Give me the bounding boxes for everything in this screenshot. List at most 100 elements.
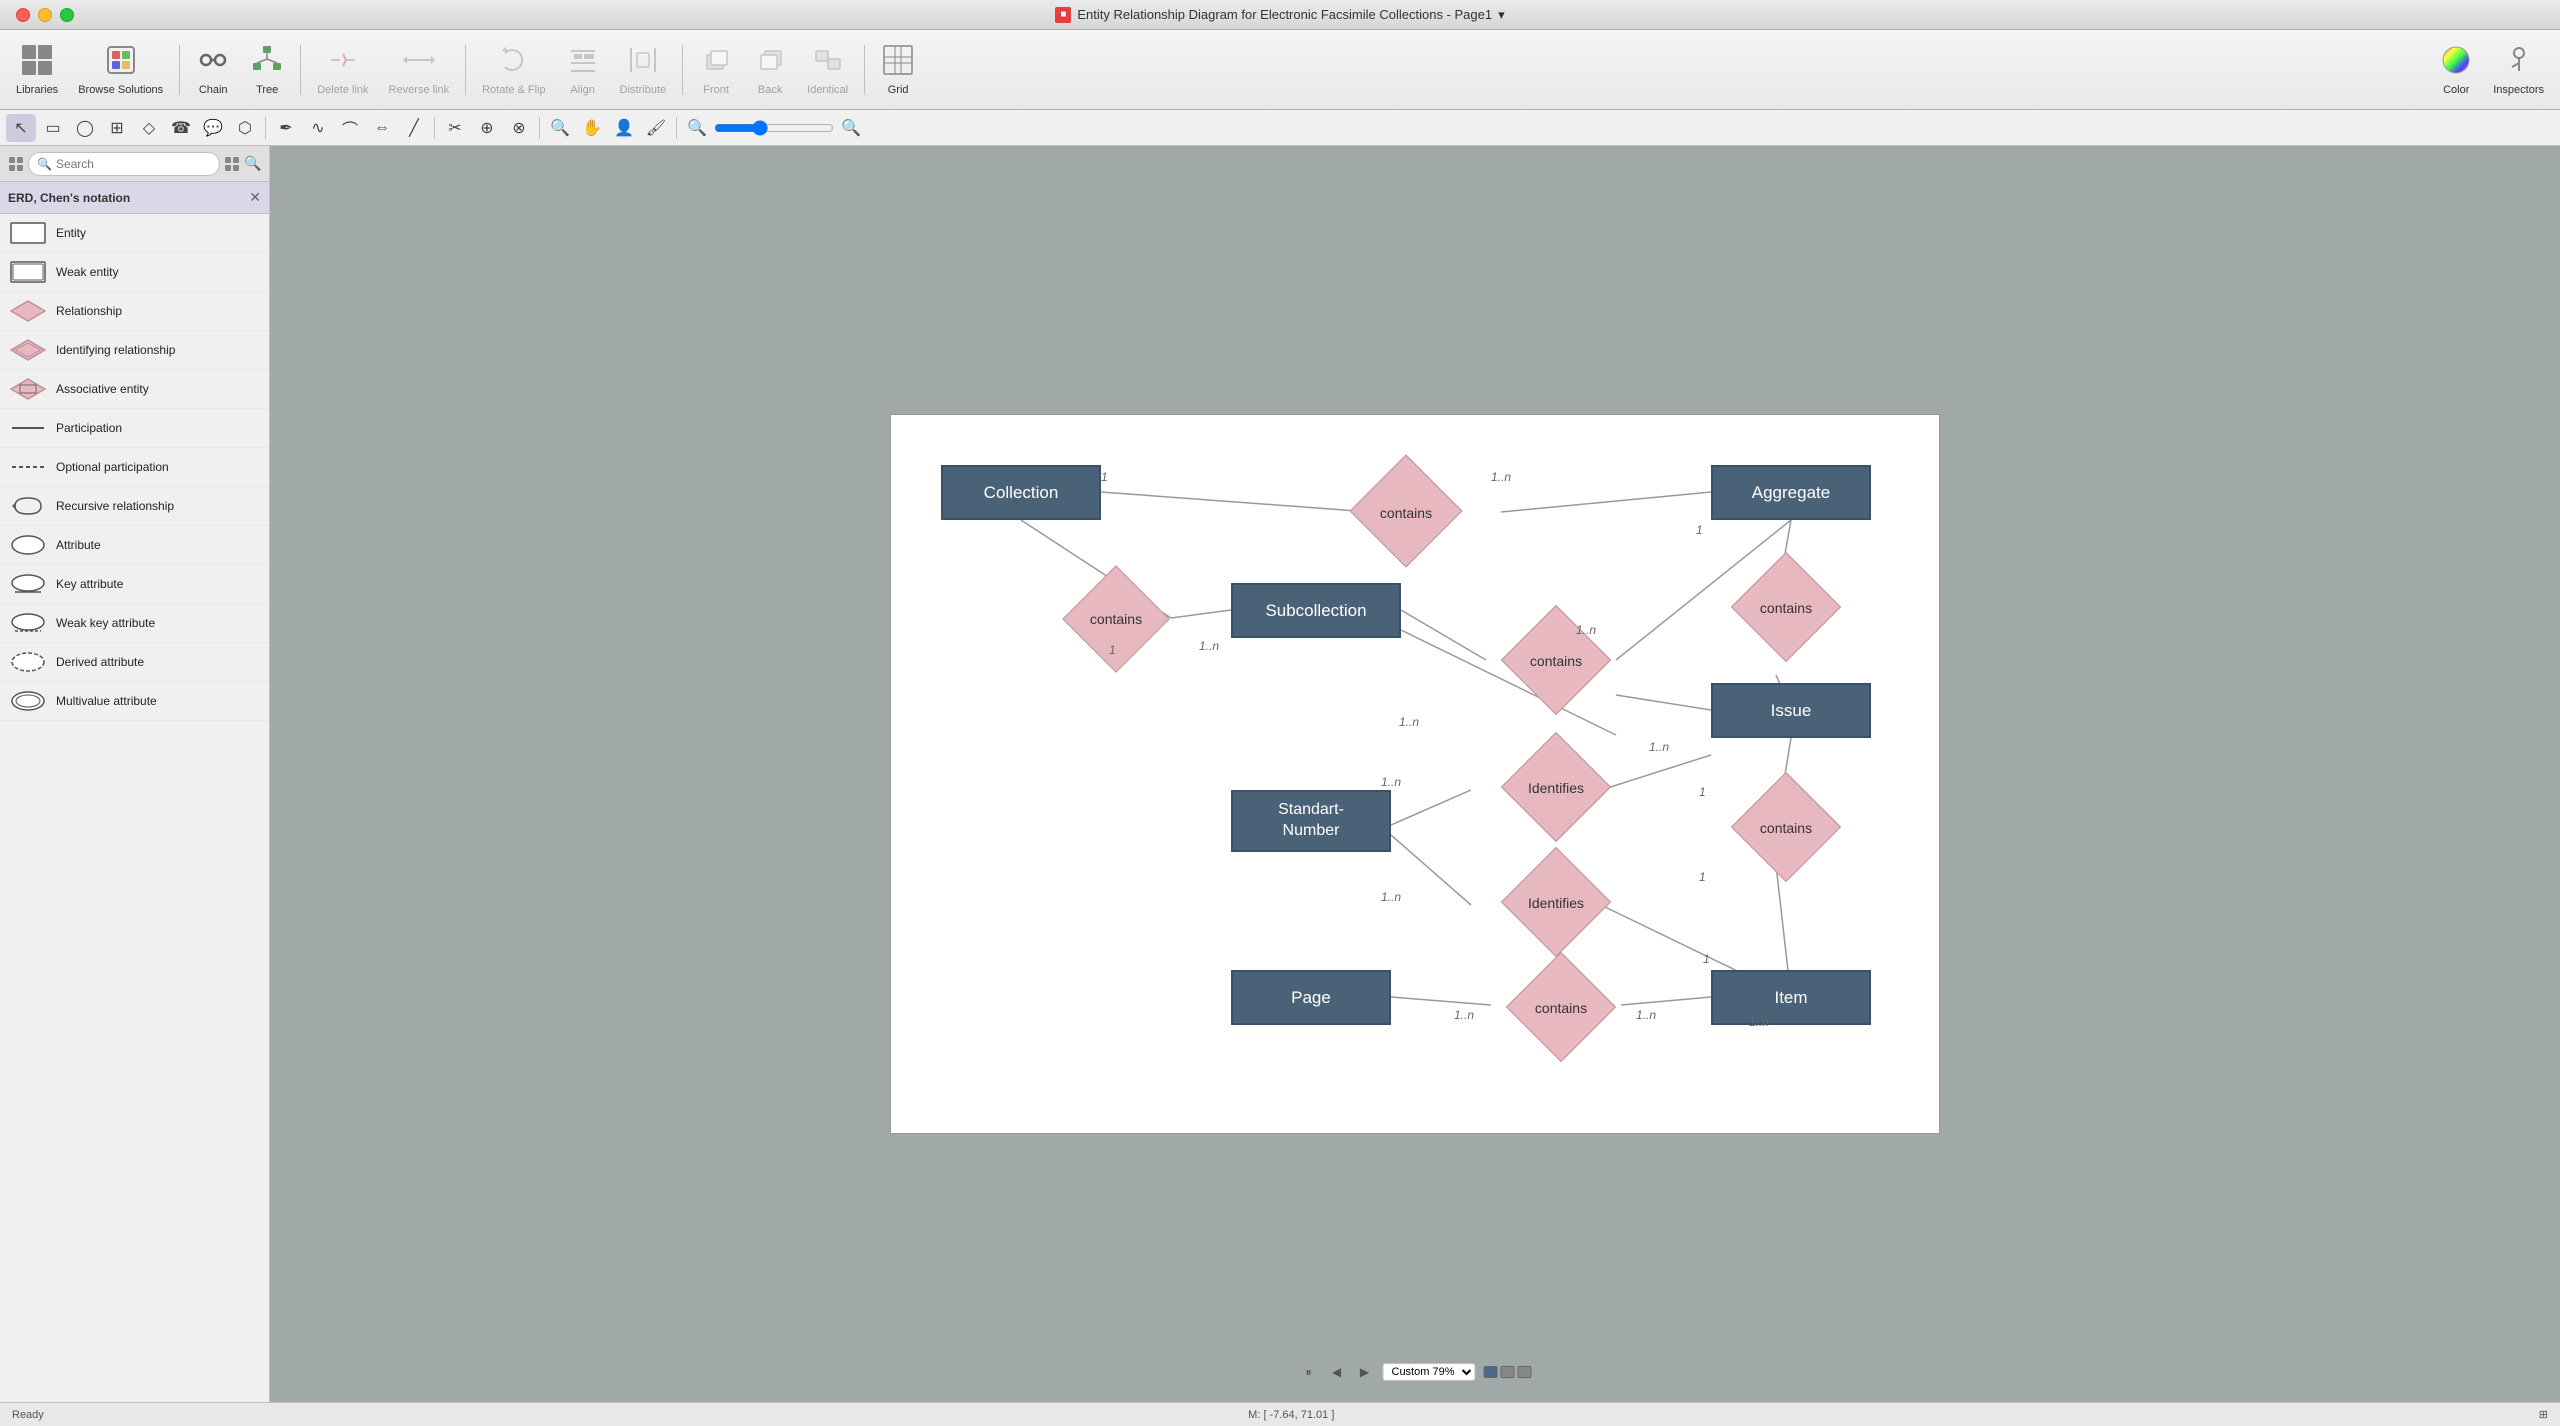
transform-tool[interactable]: ⊕ <box>472 114 502 142</box>
minimize-button[interactable] <box>38 8 52 22</box>
shape-item-relationship[interactable]: Relationship <box>0 292 269 331</box>
app-icon: ■ <box>1055 7 1071 23</box>
shape-item-key-attribute[interactable]: Key attribute <box>0 565 269 604</box>
curve-tool[interactable]: ∿ <box>303 114 333 142</box>
pause-button[interactable]: ⏸ <box>1299 1362 1319 1382</box>
relationship-contains-1[interactable]: contains <box>1331 475 1481 550</box>
zoom-minus[interactable]: 🔍 <box>682 114 712 142</box>
line-tool2[interactable]: ⬡ <box>230 114 260 142</box>
select-tool[interactable]: ↖ <box>6 114 36 142</box>
entity-issue[interactable]: Issue <box>1711 683 1871 738</box>
shape-item-entity[interactable]: Entity <box>0 214 269 253</box>
paint-tool[interactable]: 🖌 <box>641 114 671 142</box>
relationship-contains-4[interactable]: contains <box>1486 623 1626 698</box>
libraries-button[interactable]: Libraries <box>8 39 66 100</box>
tools-divider-2 <box>434 117 435 139</box>
shape-tool[interactable]: ◇ <box>134 114 164 142</box>
color-button[interactable]: Color <box>2431 39 2481 100</box>
main-content: 🔍 🔍 ERD, Chen's notation ✕ <box>0 146 2560 1402</box>
zoom-plus[interactable]: 🔍 <box>836 114 866 142</box>
zoom-out-btn[interactable]: 🔍 <box>545 114 575 142</box>
rect-tool[interactable]: ▭ <box>38 114 68 142</box>
user-tool[interactable]: 👤 <box>609 114 639 142</box>
entity-page[interactable]: Page <box>1231 970 1391 1025</box>
search-input[interactable] <box>56 157 211 171</box>
browse-icon <box>104 43 138 82</box>
canvas-area[interactable]: Collection Aggregate Subcollection Issue… <box>270 146 2560 1402</box>
libraries-icon <box>20 43 54 82</box>
align-button[interactable]: Align <box>558 39 608 100</box>
relationship-contains-6[interactable]: contains <box>1491 970 1631 1045</box>
shape-item-attribute[interactable]: Attribute <box>0 526 269 565</box>
entity-collection[interactable]: Collection <box>941 465 1101 520</box>
back-button[interactable]: Back <box>745 39 795 100</box>
page-dot-1[interactable] <box>1484 1366 1498 1378</box>
connector-tool[interactable]: ⇔ <box>367 114 397 142</box>
delete-link-button[interactable]: Delete link <box>309 39 376 100</box>
pan-tool[interactable]: ✋ <box>577 114 607 142</box>
shape-item-associative-entity[interactable]: Associative entity <box>0 370 269 409</box>
panel-grid-view[interactable] <box>224 151 240 177</box>
associative-entity-preview <box>10 376 46 402</box>
relationship-label: Relationship <box>56 304 122 318</box>
key-attribute-label: Key attribute <box>56 577 123 591</box>
shape-item-derived-attribute[interactable]: Derived attribute <box>0 643 269 682</box>
dropdown-arrow[interactable]: ▾ <box>1498 7 1505 23</box>
front-button[interactable]: Front <box>691 39 741 100</box>
reverse-link-button[interactable]: Reverse link <box>381 39 458 100</box>
grid-button[interactable]: Grid <box>873 39 923 100</box>
rotate-flip-button[interactable]: Rotate & Flip <box>474 39 554 100</box>
line-tool[interactable]: ╱ <box>399 114 429 142</box>
shape-item-weak-key-attribute[interactable]: Weak key attribute <box>0 604 269 643</box>
next-page-button[interactable]: ▶ <box>1355 1362 1375 1382</box>
callout-tool[interactable]: 💬 <box>198 114 228 142</box>
pen-tool[interactable]: ✒ <box>271 114 301 142</box>
relationship-identifies-1[interactable]: Identifies <box>1481 750 1631 825</box>
inspectors-button[interactable]: Inspectors <box>2485 39 2552 100</box>
table-tool[interactable]: ⊞ <box>102 114 132 142</box>
crop-tool[interactable]: ✂ <box>440 114 470 142</box>
arc-tool[interactable]: ⌒ <box>335 114 365 142</box>
close-button[interactable] <box>16 8 30 22</box>
delete-link-label: Delete link <box>317 84 368 96</box>
browse-solutions-button[interactable]: Browse Solutions <box>70 39 171 100</box>
status-text: Ready <box>12 1409 44 1421</box>
entity-subcollection[interactable]: Subcollection <box>1231 583 1401 638</box>
shape-item-participation[interactable]: Participation <box>0 409 269 448</box>
color-label: Color <box>2443 84 2469 96</box>
cardinality-8: 1..n <box>1649 740 1669 754</box>
weak-key-attribute-label: Weak key attribute <box>56 616 155 630</box>
zoom-slider[interactable] <box>714 120 834 136</box>
ellipse-tool[interactable]: ◯ <box>70 114 100 142</box>
identical-button[interactable]: Identical <box>799 39 856 100</box>
relationship-contains-5[interactable]: contains <box>1716 790 1856 865</box>
shape-item-optional-participation[interactable]: Optional participation <box>0 448 269 487</box>
tree-button[interactable]: Tree <box>242 39 292 100</box>
relationship-contains-3[interactable]: contains <box>1716 570 1856 645</box>
panel-search-icon[interactable]: 🔍 <box>244 151 261 177</box>
diagram-canvas[interactable]: Collection Aggregate Subcollection Issue… <box>890 414 1940 1134</box>
toolbar-divider-3 <box>465 45 466 95</box>
maximize-button[interactable] <box>60 8 74 22</box>
zoom-select[interactable]: Custom 79% 50% 75% 100% 150% <box>1383 1363 1476 1381</box>
chain-button[interactable]: Chain <box>188 39 238 100</box>
shape-item-recursive-relationship[interactable]: Recursive relationship <box>0 487 269 526</box>
relationship-identifies-2[interactable]: Identifies <box>1481 865 1631 940</box>
arrange-tool[interactable]: ⊗ <box>504 114 534 142</box>
shape-item-identifying-relationship[interactable]: Identifying relationship <box>0 331 269 370</box>
panel-view-toggle[interactable] <box>8 151 24 177</box>
phone-tool[interactable]: ☎ <box>166 114 196 142</box>
entity-aggregate[interactable]: Aggregate <box>1711 465 1871 520</box>
shape-item-weak-entity[interactable]: Weak entity <box>0 253 269 292</box>
relationship-contains-2[interactable]: contains <box>1046 583 1186 655</box>
entity-standart-number[interactable]: Standart-Number <box>1231 790 1391 852</box>
shape-item-multivalue-attribute[interactable]: Multivalue attribute <box>0 682 269 721</box>
multivalue-attribute-label: Multivalue attribute <box>56 694 157 708</box>
prev-page-button[interactable]: ◀ <box>1327 1362 1347 1382</box>
entity-item[interactable]: Item <box>1711 970 1871 1025</box>
distribute-button[interactable]: Distribute <box>612 39 674 100</box>
page-dot-3[interactable] <box>1518 1366 1532 1378</box>
category-title: ERD, Chen's notation <box>8 191 130 205</box>
category-close-button[interactable]: ✕ <box>249 189 261 206</box>
page-dot-2[interactable] <box>1501 1366 1515 1378</box>
